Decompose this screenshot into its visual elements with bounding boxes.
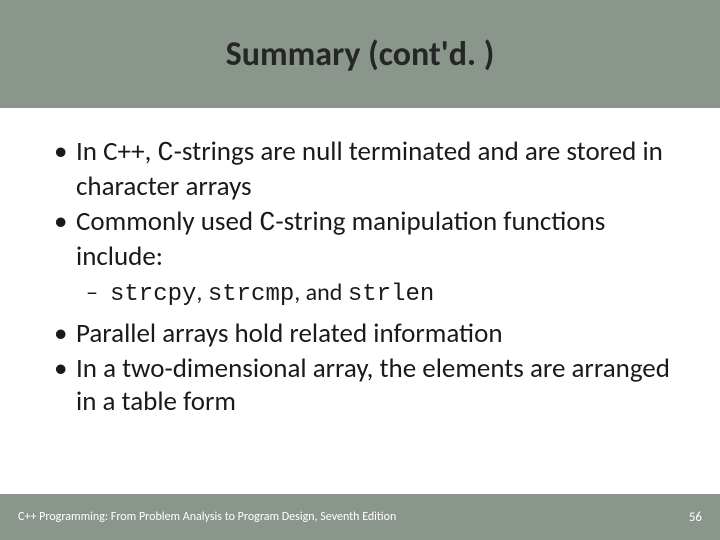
sub1-mono-3: strlen (348, 281, 434, 308)
sub1-mono-2: strcmp (208, 281, 294, 308)
bullet-2-mono: C (259, 209, 275, 239)
bullet-1-text-pre: In C++, (76, 135, 157, 168)
footer-bar: C++ Programming: From Problem Analysis t… (0, 494, 720, 540)
sub1-text-1: , (196, 278, 207, 307)
sub-bullet-list: strcpy, strcmp, and strlen (76, 278, 670, 310)
bullet-item-3: Parallel arrays hold related information (50, 318, 670, 351)
content-area: In C++, C-strings are null terminated an… (0, 108, 720, 494)
bullet-item-1: In C++, C-strings are null terminated an… (50, 136, 670, 204)
sub-bullet-1: strcpy, strcmp, and strlen (76, 278, 670, 310)
slide-title: Summary (cont'd. ) (226, 34, 495, 75)
slide: Summary (cont'd. ) In C++, C-strings are… (0, 0, 720, 540)
bullet-1-mono: C (157, 139, 173, 169)
bullet-list: In C++, C-strings are null terminated an… (50, 136, 670, 419)
bullet-item-2: Commonly used C-string manipulation func… (50, 206, 670, 310)
header-bar: Summary (cont'd. ) (0, 0, 720, 108)
footer-text: C++ Programming: From Problem Analysis t… (18, 510, 396, 524)
bullet-3-text: Parallel arrays hold related information (76, 317, 503, 350)
sub1-text-2: , and (294, 278, 348, 307)
page-number: 56 (689, 510, 702, 525)
bullet-4-text: In a two-dimensional array, the elements… (76, 352, 670, 418)
bullet-item-4: In a two-dimensional array, the elements… (50, 353, 670, 419)
sub1-mono-1: strcpy (110, 281, 196, 308)
bullet-2-text-pre: Commonly used (76, 205, 259, 238)
